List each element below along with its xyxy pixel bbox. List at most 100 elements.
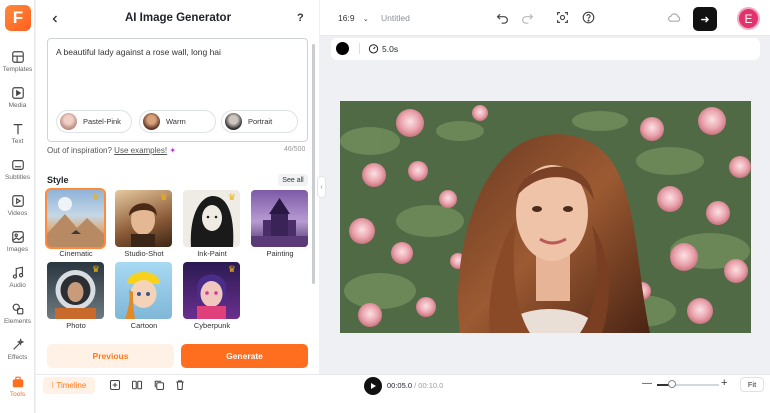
timeline-toggle-button[interactable]: ⦚ Timeline <box>43 377 95 394</box>
premium-crown-icon: ♛ <box>91 192 100 202</box>
rail-label: Effects <box>7 354 28 361</box>
chip-label: Warm <box>166 117 186 126</box>
audio-icon <box>12 266 23 279</box>
style-tile-cinematic[interactable]: ♛ <box>45 188 106 249</box>
undo-icon <box>496 13 508 24</box>
previous-button[interactable]: Previous <box>47 344 174 368</box>
rail-label: Tools <box>9 391 26 398</box>
document-title[interactable]: Untitled <box>381 13 410 23</box>
style-label: Cinematic <box>59 249 93 258</box>
play-button[interactable] <box>364 377 382 395</box>
background-color-swatch[interactable] <box>336 42 349 55</box>
text-icon <box>13 124 22 135</box>
back-button[interactable] <box>48 12 62 26</box>
effects-icon <box>12 338 24 350</box>
premium-crown-icon: ♛ <box>91 264 100 274</box>
preview-button[interactable] <box>555 10 570 25</box>
rail-item-subtitles[interactable]: Subtitles <box>0 155 35 189</box>
chip-portrait[interactable]: Portrait <box>221 110 298 133</box>
prompt-textarea[interactable]: A beautiful lady against a rose wall, lo… <box>47 38 308 142</box>
rail-label: Images <box>6 246 29 253</box>
arrow-right-icon: ➜ <box>700 13 710 26</box>
style-label: Photo <box>66 321 86 330</box>
help-circle-button[interactable] <box>581 10 596 25</box>
bottom-timeline-bar <box>36 374 770 413</box>
left-rail: F Templates Media Text Subtitles Videos … <box>0 0 35 413</box>
style-tile-painting[interactable] <box>251 190 308 247</box>
see-all-button[interactable]: See all <box>278 174 308 186</box>
user-avatar[interactable]: E <box>737 7 760 30</box>
help-button[interactable]: ? <box>297 12 304 24</box>
rail-item-text[interactable]: Text <box>0 119 35 153</box>
rail-label: Audio <box>9 282 26 289</box>
split-icon[interactable] <box>131 379 143 391</box>
premium-crown-icon: ♛ <box>227 264 236 274</box>
rail-label: Media <box>8 102 27 109</box>
play-icon <box>371 383 376 389</box>
style-tile-ink-paint[interactable]: ♛ <box>183 190 240 247</box>
cartoon-thumbnail <box>125 272 160 319</box>
rail-item-images[interactable]: Images <box>0 227 35 261</box>
trash-icon[interactable] <box>174 379 186 391</box>
collapse-panel-handle[interactable]: ‹ <box>317 176 326 198</box>
premium-crown-icon: ♛ <box>159 192 168 202</box>
app-root: F Templates Media Text Subtitles Videos … <box>0 0 770 413</box>
chevron-left-icon <box>52 15 57 23</box>
rail-item-media[interactable]: Media <box>0 83 35 117</box>
undo-button[interactable] <box>495 10 510 25</box>
rail-item-tools[interactable]: Tools <box>0 372 35 406</box>
app-logo[interactable]: F <box>5 5 31 31</box>
chip-avatar <box>225 113 242 130</box>
rail-item-videos[interactable]: Videos <box>0 191 35 225</box>
style-tile-studio-shot[interactable]: ♛ <box>115 190 172 247</box>
duplicate-icon[interactable] <box>153 379 165 391</box>
elements-icon <box>12 303 23 315</box>
timeline-label: Timeline <box>56 381 87 390</box>
chip-pastel-pink[interactable]: Pastel-Pink <box>56 110 132 133</box>
style-label: Cyberpunk <box>193 321 231 330</box>
fit-button[interactable]: Fit <box>740 377 764 392</box>
style-tile-photo[interactable]: ♛ <box>47 262 104 319</box>
duration-control[interactable]: 5.0s <box>368 43 398 54</box>
export-button[interactable]: ➜ <box>693 7 717 31</box>
zoom-slider-thumb[interactable] <box>668 380 676 388</box>
aspect-ratio-select[interactable]: 16:9 ⌄ <box>338 13 369 23</box>
zoom-out-button[interactable]: — <box>642 378 652 389</box>
rail-item-audio[interactable]: Audio <box>0 263 35 297</box>
tools-icon <box>12 376 23 388</box>
redo-icon <box>522 13 534 24</box>
style-heading: Style <box>47 175 69 185</box>
style-label: Studio-Shot <box>124 249 164 258</box>
panel-title: AI Image Generator <box>124 12 232 24</box>
templates-icon <box>11 51 24 63</box>
rail-item-elements[interactable]: Elements <box>0 299 35 333</box>
aspect-ratio-value: 16:9 <box>338 13 355 23</box>
use-examples-link[interactable]: Use examples! <box>114 146 167 155</box>
timeline-icon: ⦚ <box>51 380 54 390</box>
style-tile-cartoon[interactable] <box>115 262 172 319</box>
rail-item-templates[interactable]: Templates <box>0 47 35 81</box>
generate-button[interactable]: Generate <box>181 344 308 368</box>
toolbar-divider <box>359 43 360 54</box>
premium-crown-icon: ♛ <box>227 192 236 202</box>
style-label: Painting <box>266 249 294 258</box>
canvas-image[interactable] <box>340 101 751 333</box>
rail-label: Videos <box>7 210 28 217</box>
style-label: Ink-Paint <box>197 249 227 258</box>
zoom-in-button[interactable]: + <box>721 377 727 389</box>
chip-warm[interactable]: Warm <box>139 110 216 133</box>
char-count: 46/500 <box>284 146 306 153</box>
panel-scrollbar[interactable] <box>312 44 315 284</box>
style-label: Cartoon <box>130 321 158 330</box>
cloud-sync-button[interactable] <box>666 10 681 25</box>
add-track-icon[interactable] <box>109 379 121 391</box>
chevron-down-icon: ⌄ <box>362 16 369 23</box>
inspiration-row: Out of inspiration? Use examples! ✦ <box>47 146 176 155</box>
help-icon <box>582 11 595 24</box>
rail-item-effects[interactable]: Effects <box>0 335 35 369</box>
chip-label: Pastel-Pink <box>83 117 121 126</box>
duration-value: 5.0s <box>382 43 399 54</box>
redo-button[interactable] <box>520 10 535 25</box>
images-icon <box>11 231 24 243</box>
style-tile-cyberpunk[interactable]: ♛ <box>183 262 240 319</box>
